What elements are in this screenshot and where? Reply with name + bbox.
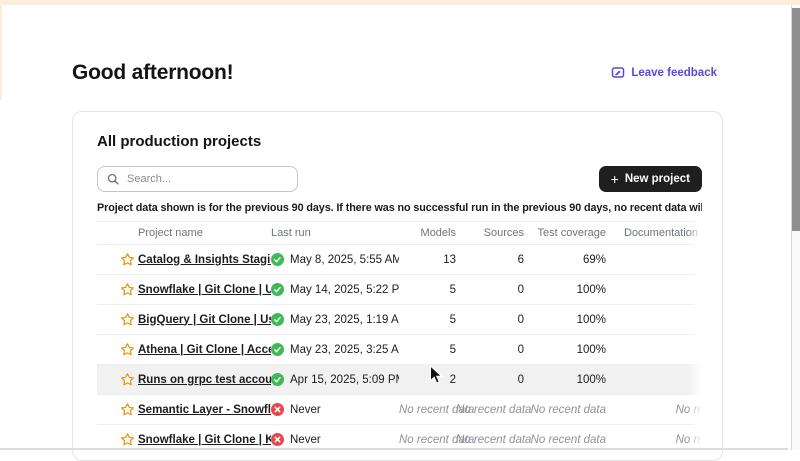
feedback-icon: [611, 66, 625, 80]
last-run-value: May 14, 2025, 5:22 PM BS: [290, 284, 399, 296]
table-row-hovered[interactable]: Runs on grpc test account Apr 15, 2025, …: [97, 364, 702, 394]
project-link[interactable]: Catalog & Insights Staging...: [138, 254, 271, 266]
window-top-edge: [0, 0, 800, 5]
table-row[interactable]: Catalog & Insights Staging... May 8, 202…: [97, 244, 702, 274]
sources-value: 0: [456, 344, 524, 356]
last-run-value: May 8, 2025, 5:55 AM BS: [290, 254, 399, 266]
test-coverage-value: 100%: [524, 344, 606, 356]
column-header-models: Models: [399, 227, 456, 239]
models-value: No recent data: [399, 404, 456, 416]
search-icon: [107, 173, 119, 185]
home-page: Good afternoon! Leave feedback All produ…: [0, 0, 800, 450]
project-link[interactable]: BigQuery | Git Clone | User...: [138, 314, 271, 326]
last-run-value: May 23, 2025, 3:25 AM B: [290, 344, 399, 356]
sources-value: 6: [456, 254, 524, 266]
run-never-icon: [271, 433, 284, 446]
column-header-documentation-coverage: Documentation coverage: [606, 227, 702, 239]
models-value: 5: [399, 284, 456, 296]
column-header-project-name: Project name: [138, 227, 271, 239]
run-success-icon: [271, 253, 284, 266]
project-link[interactable]: Runs on grpc test account: [138, 374, 271, 386]
sources-value: No recent data: [456, 404, 524, 416]
sources-value: 0: [456, 314, 524, 326]
last-run-value: Never: [290, 434, 321, 446]
run-success-icon: [271, 283, 284, 296]
last-run-value: May 23, 2025, 1:19 AM BS: [290, 314, 399, 326]
new-project-button[interactable]: + New project: [599, 166, 702, 192]
star-icon[interactable]: [120, 252, 135, 267]
run-success-icon: [271, 343, 284, 356]
column-header-sources: Sources: [456, 227, 524, 239]
sources-value: 0: [456, 374, 524, 386]
card-toolbar: + New project: [97, 166, 702, 192]
star-icon[interactable]: [120, 372, 135, 387]
run-success-icon: [271, 313, 284, 326]
new-project-label: New project: [625, 173, 690, 185]
test-coverage-value: 100%: [524, 374, 606, 386]
models-value: 13: [399, 254, 456, 266]
star-icon[interactable]: [120, 342, 135, 357]
data-range-notice: Project data shown is for the previous 9…: [97, 202, 702, 214]
projects-table: Project name Last run Models Sources Tes…: [97, 221, 702, 454]
project-link[interactable]: Semantic Layer - Snowflake: [138, 404, 271, 416]
column-header-last-run: Last run: [271, 227, 399, 239]
run-success-icon: [271, 373, 284, 386]
sources-value: No recent data: [456, 434, 524, 446]
test-coverage-value: No recent data: [524, 404, 606, 416]
project-link[interactable]: Athena | Git Clone | Acces...: [138, 344, 271, 356]
test-coverage-value: 100%: [524, 314, 606, 326]
models-value: 5: [399, 314, 456, 326]
star-icon[interactable]: [120, 402, 135, 417]
last-run-value: Apr 15, 2025, 5:09 PM BS: [290, 374, 399, 386]
scrollbar-thumb[interactable]: [792, 8, 800, 231]
project-link[interactable]: Snowflake | Git Clone | Use...: [138, 284, 271, 296]
page-title: Good afternoon!: [72, 61, 233, 85]
table-row[interactable]: Snowflake | Git Clone | Use... May 14, 2…: [97, 274, 702, 304]
search-box[interactable]: [97, 166, 298, 192]
table-row[interactable]: BigQuery | Git Clone | User... May 23, 2…: [97, 304, 702, 334]
star-icon[interactable]: [120, 432, 135, 447]
sources-value: 0: [456, 284, 524, 296]
projects-card: All production projects + New project Pr…: [72, 111, 723, 461]
test-coverage-value: 69%: [524, 254, 606, 266]
plus-icon: +: [611, 172, 619, 186]
models-value: 2: [399, 374, 456, 386]
test-coverage-value: 100%: [524, 284, 606, 296]
last-run-value: Never: [290, 404, 321, 416]
column-header-test-coverage: Test coverage: [524, 227, 606, 239]
page-scrollbar[interactable]: [791, 0, 800, 450]
documentation-coverage-value: No recent data: [606, 404, 702, 416]
run-never-icon: [271, 403, 284, 416]
leave-feedback-link[interactable]: Leave feedback: [611, 66, 717, 80]
models-value: No recent data: [399, 434, 456, 446]
models-value: 5: [399, 344, 456, 356]
documentation-coverage-value: No recent data: [606, 434, 702, 446]
window-left-edge: [0, 0, 2, 100]
search-input[interactable]: [125, 172, 288, 186]
card-title: All production projects: [97, 133, 702, 150]
star-icon[interactable]: [120, 282, 135, 297]
leave-feedback-label: Leave feedback: [631, 67, 717, 79]
table-header-row: Project name Last run Models Sources Tes…: [97, 221, 702, 244]
page-header: Good afternoon! Leave feedback: [72, 60, 717, 85]
table-row[interactable]: Semantic Layer - Snowflake Never No rece…: [97, 394, 702, 424]
table-row[interactable]: Athena | Git Clone | Acces... May 23, 20…: [97, 334, 702, 364]
test-coverage-value: No recent data: [524, 434, 606, 446]
project-link[interactable]: Snowflake | Git Clone | Key...: [138, 434, 271, 446]
star-icon[interactable]: [120, 312, 135, 327]
